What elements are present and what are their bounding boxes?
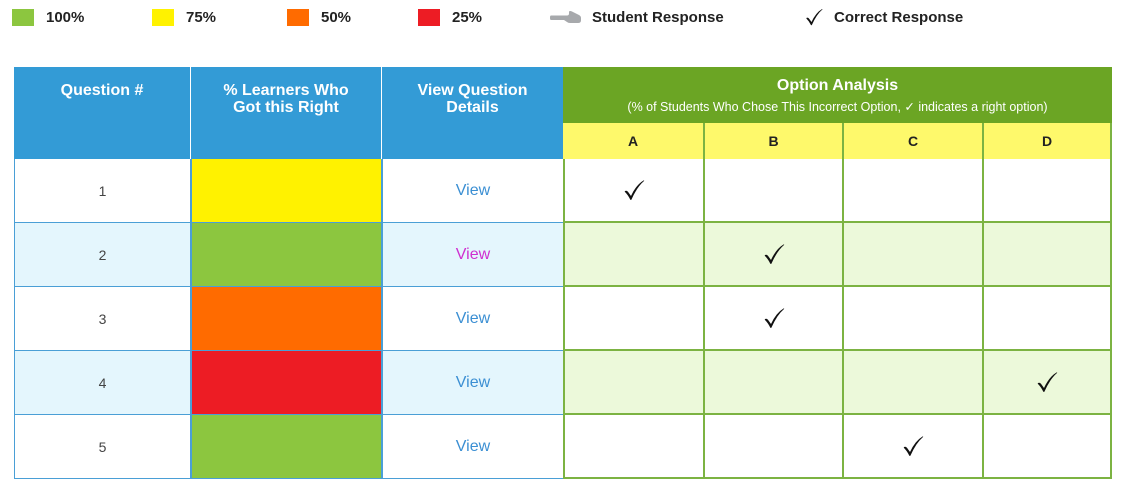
legend-item-75: 75% (152, 6, 216, 28)
percent-right-indicator (191, 159, 382, 223)
question-number: 2 (98, 246, 107, 263)
legend-item-student-response: Student Response (550, 6, 724, 28)
checkmark-icon (762, 243, 786, 265)
option-letter: A (627, 133, 639, 149)
question-number: 1 (98, 182, 107, 199)
question-number: 5 (98, 438, 107, 455)
pointing-hand-icon (550, 9, 582, 25)
option-letter: C (907, 133, 919, 149)
option-cell-d (984, 351, 1112, 415)
checkmark-icon (762, 307, 786, 329)
header-question-number-label: Question # (60, 82, 144, 99)
option-header-c: C (844, 123, 984, 159)
percent-right-indicator (191, 351, 382, 415)
option-cell-d (984, 415, 1112, 479)
legend-label: 50% (321, 8, 352, 26)
option-cell-b (705, 287, 844, 351)
header-view-details: View Question Details (382, 67, 563, 159)
legend-label: 100% (46, 8, 85, 26)
option-letter: B (768, 133, 779, 149)
option-header-d: D (984, 123, 1112, 159)
view-question-link[interactable]: View (456, 310, 490, 328)
question-number-cell: 4 (14, 351, 191, 415)
header-question-number: Question # (14, 67, 191, 159)
option-cell-d (984, 159, 1112, 223)
checkmark-icon (901, 435, 925, 457)
option-cell-a (563, 351, 705, 415)
option-cell-b (705, 415, 844, 479)
option-header-b: B (705, 123, 844, 159)
checkmark-icon (1035, 371, 1059, 393)
view-details-cell: View (382, 223, 563, 287)
option-cell-c (844, 415, 984, 479)
question-number-cell: 3 (14, 287, 191, 351)
option-cell-c (844, 351, 984, 415)
view-question-link[interactable]: View (456, 246, 490, 264)
option-header-a: A (563, 123, 705, 159)
table-row: 4 View (14, 351, 1112, 415)
view-question-link[interactable]: View (456, 182, 490, 200)
table-row: 5 View (14, 415, 1112, 479)
question-number-cell: 2 (14, 223, 191, 287)
option-analysis-title: Option Analysis (776, 77, 899, 94)
question-number: 4 (98, 374, 107, 391)
option-cell-b (705, 159, 844, 223)
option-cell-a (563, 415, 705, 479)
option-cell-b (705, 223, 844, 287)
option-cell-d (984, 223, 1112, 287)
view-details-cell: View (382, 159, 563, 223)
option-cell-a (563, 159, 705, 223)
option-cell-d (984, 287, 1112, 351)
header-view-details-label: View Question Details (417, 82, 528, 116)
view-details-cell: View (382, 415, 563, 479)
legend: 100% 75% 50% 25% Student Response Correc… (12, 6, 1012, 28)
checkmark-icon (804, 7, 824, 27)
question-number-cell: 1 (14, 159, 191, 223)
legend-item-50: 50% (287, 6, 351, 28)
percent-right-indicator (191, 415, 382, 479)
table-row: 3 View (14, 287, 1112, 351)
view-question-link[interactable]: View (456, 438, 490, 456)
header-percent-learners-label: % Learners Who Got this Right (223, 82, 349, 116)
option-cell-c (844, 223, 984, 287)
legend-swatch-75 (152, 8, 174, 26)
option-cell-c (844, 159, 984, 223)
option-cell-b (705, 351, 844, 415)
question-analysis-table: Question # % Learners Who Got this Right… (14, 67, 1112, 479)
percent-right-indicator (191, 287, 382, 351)
percent-right-indicator (191, 223, 382, 287)
legend-item-25: 25% (418, 6, 482, 28)
view-details-cell: View (382, 351, 563, 415)
checkmark-icon (622, 179, 646, 201)
view-details-cell: View (382, 287, 563, 351)
table-row: 2 View (14, 223, 1112, 287)
header-option-analysis: Option Analysis (% of Students Who Chose… (563, 67, 1112, 123)
option-cell-c (844, 287, 984, 351)
legend-label: 25% (452, 8, 483, 26)
option-cell-a (563, 223, 705, 287)
legend-label: Student Response (592, 8, 724, 26)
legend-swatch-25 (418, 8, 440, 26)
legend-swatch-100 (12, 8, 34, 26)
legend-label: Correct Response (834, 8, 964, 26)
question-number-cell: 5 (14, 415, 191, 479)
option-letter: D (1041, 133, 1053, 149)
legend-swatch-50 (287, 8, 309, 26)
option-analysis-subtitle: (% of Students Who Chose This Incorrect … (627, 100, 1048, 114)
legend-label: 75% (186, 8, 217, 26)
question-number: 3 (98, 310, 107, 327)
option-cell-a (563, 287, 705, 351)
table-row: 1 View (14, 159, 1112, 223)
legend-item-100: 100% (12, 6, 84, 28)
view-question-link[interactable]: View (456, 374, 490, 392)
header-percent-learners: % Learners Who Got this Right (191, 67, 382, 159)
legend-item-correct-response: Correct Response (804, 6, 963, 28)
